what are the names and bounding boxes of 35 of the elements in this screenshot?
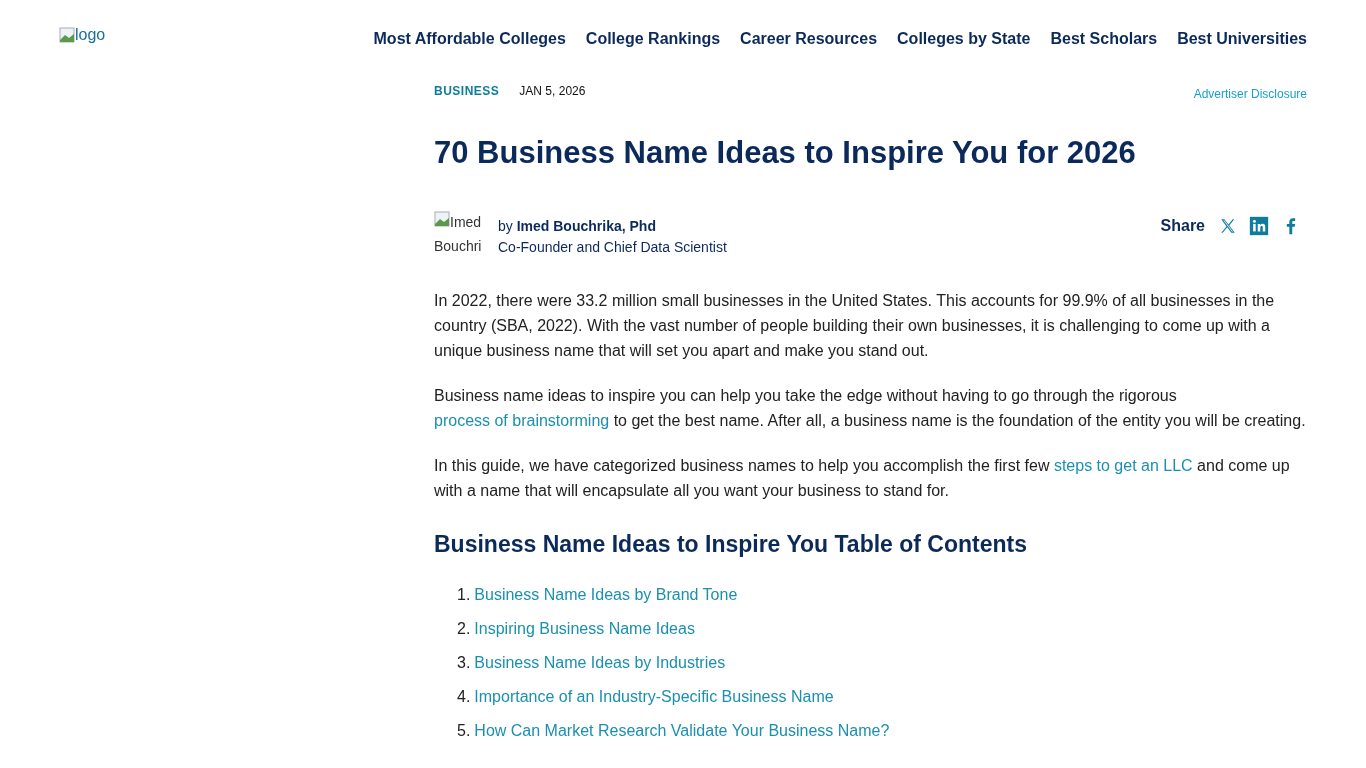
list-number: 2. xyxy=(457,619,471,640)
list-number: 3. xyxy=(457,653,471,674)
list-number: 4. xyxy=(457,687,471,708)
nav-link[interactable]: Best Universities xyxy=(1177,30,1307,48)
author-role: Co-Founder and Chief Data Scientist xyxy=(498,238,727,258)
nav-link[interactable]: Career Resources xyxy=(740,30,878,48)
list-number: 1. xyxy=(457,585,471,606)
date: JAN 5, 2026 xyxy=(519,84,586,98)
nav-link[interactable]: Best Scholars xyxy=(1050,30,1158,48)
article-title: 70 Business Name Ideas to Inspire You for 2026 xyxy=(434,134,1137,172)
paragraph: In this guide, we have categorized business names to help you accomplish the first few steps to get an LLC and come up with a name that will encapsulate all you want your business to stand for. xyxy=(434,456,1291,502)
toc-link[interactable]: How Can Market Research Validate Your Business Name? xyxy=(474,720,890,742)
inline-link[interactable]: steps to get an LLC xyxy=(1053,457,1193,475)
nav-link[interactable]: College Rankings xyxy=(585,30,721,48)
category-link[interactable]: BUSINESS xyxy=(434,84,500,98)
paragraph: Business name ideas to inspire you can help you take the edge without having to go through the rigorous process of brainstorming to get the best name. After all, a business name is the foundation of the entity you will be creating. xyxy=(434,386,1307,432)
toc-link[interactable]: Business Name Ideas by Industries xyxy=(474,652,726,674)
toc-link[interactable]: Business Name Ideas by Brand Tone xyxy=(474,584,738,606)
disclosure-link[interactable]: Advertiser Disclosure xyxy=(1193,78,1307,101)
toc-link[interactable]: Importance of an Industry-Specific Business Name xyxy=(474,686,834,708)
logo-image[interactable]: logo xyxy=(59,26,106,44)
linkedin-share-icon[interactable] xyxy=(1249,216,1269,237)
list-number: 5. xyxy=(457,721,471,742)
inline-link[interactable]: process of brainstorming xyxy=(434,412,610,430)
share-label: Share xyxy=(1160,217,1205,236)
broken-image-icon xyxy=(59,27,75,43)
nav-link[interactable]: Most Affordable Colleges xyxy=(373,30,566,48)
x-share-icon[interactable] xyxy=(1219,217,1237,236)
nav-link[interactable]: Colleges by State xyxy=(897,30,1031,48)
toc-heading: Business Name Ideas to Inspire You Table of Contents xyxy=(434,531,1028,559)
author-name: by Imed Bouchrika, Phd xyxy=(498,217,657,237)
logo-alt-text: logo xyxy=(75,26,106,44)
paragraph: In 2022, there were 33.2 million small businesses in the United States. This accounts for 99.9% of all businesses in the country (SBA, 2022). With the vast number of people building their own businesses, it is challenging to come up with a unique business name that will set you apart and make you stand out. xyxy=(434,291,1276,362)
author-photo: Imed Bouchri xyxy=(434,210,488,259)
toc-link[interactable]: Inspiring Business Name Ideas xyxy=(474,618,695,640)
